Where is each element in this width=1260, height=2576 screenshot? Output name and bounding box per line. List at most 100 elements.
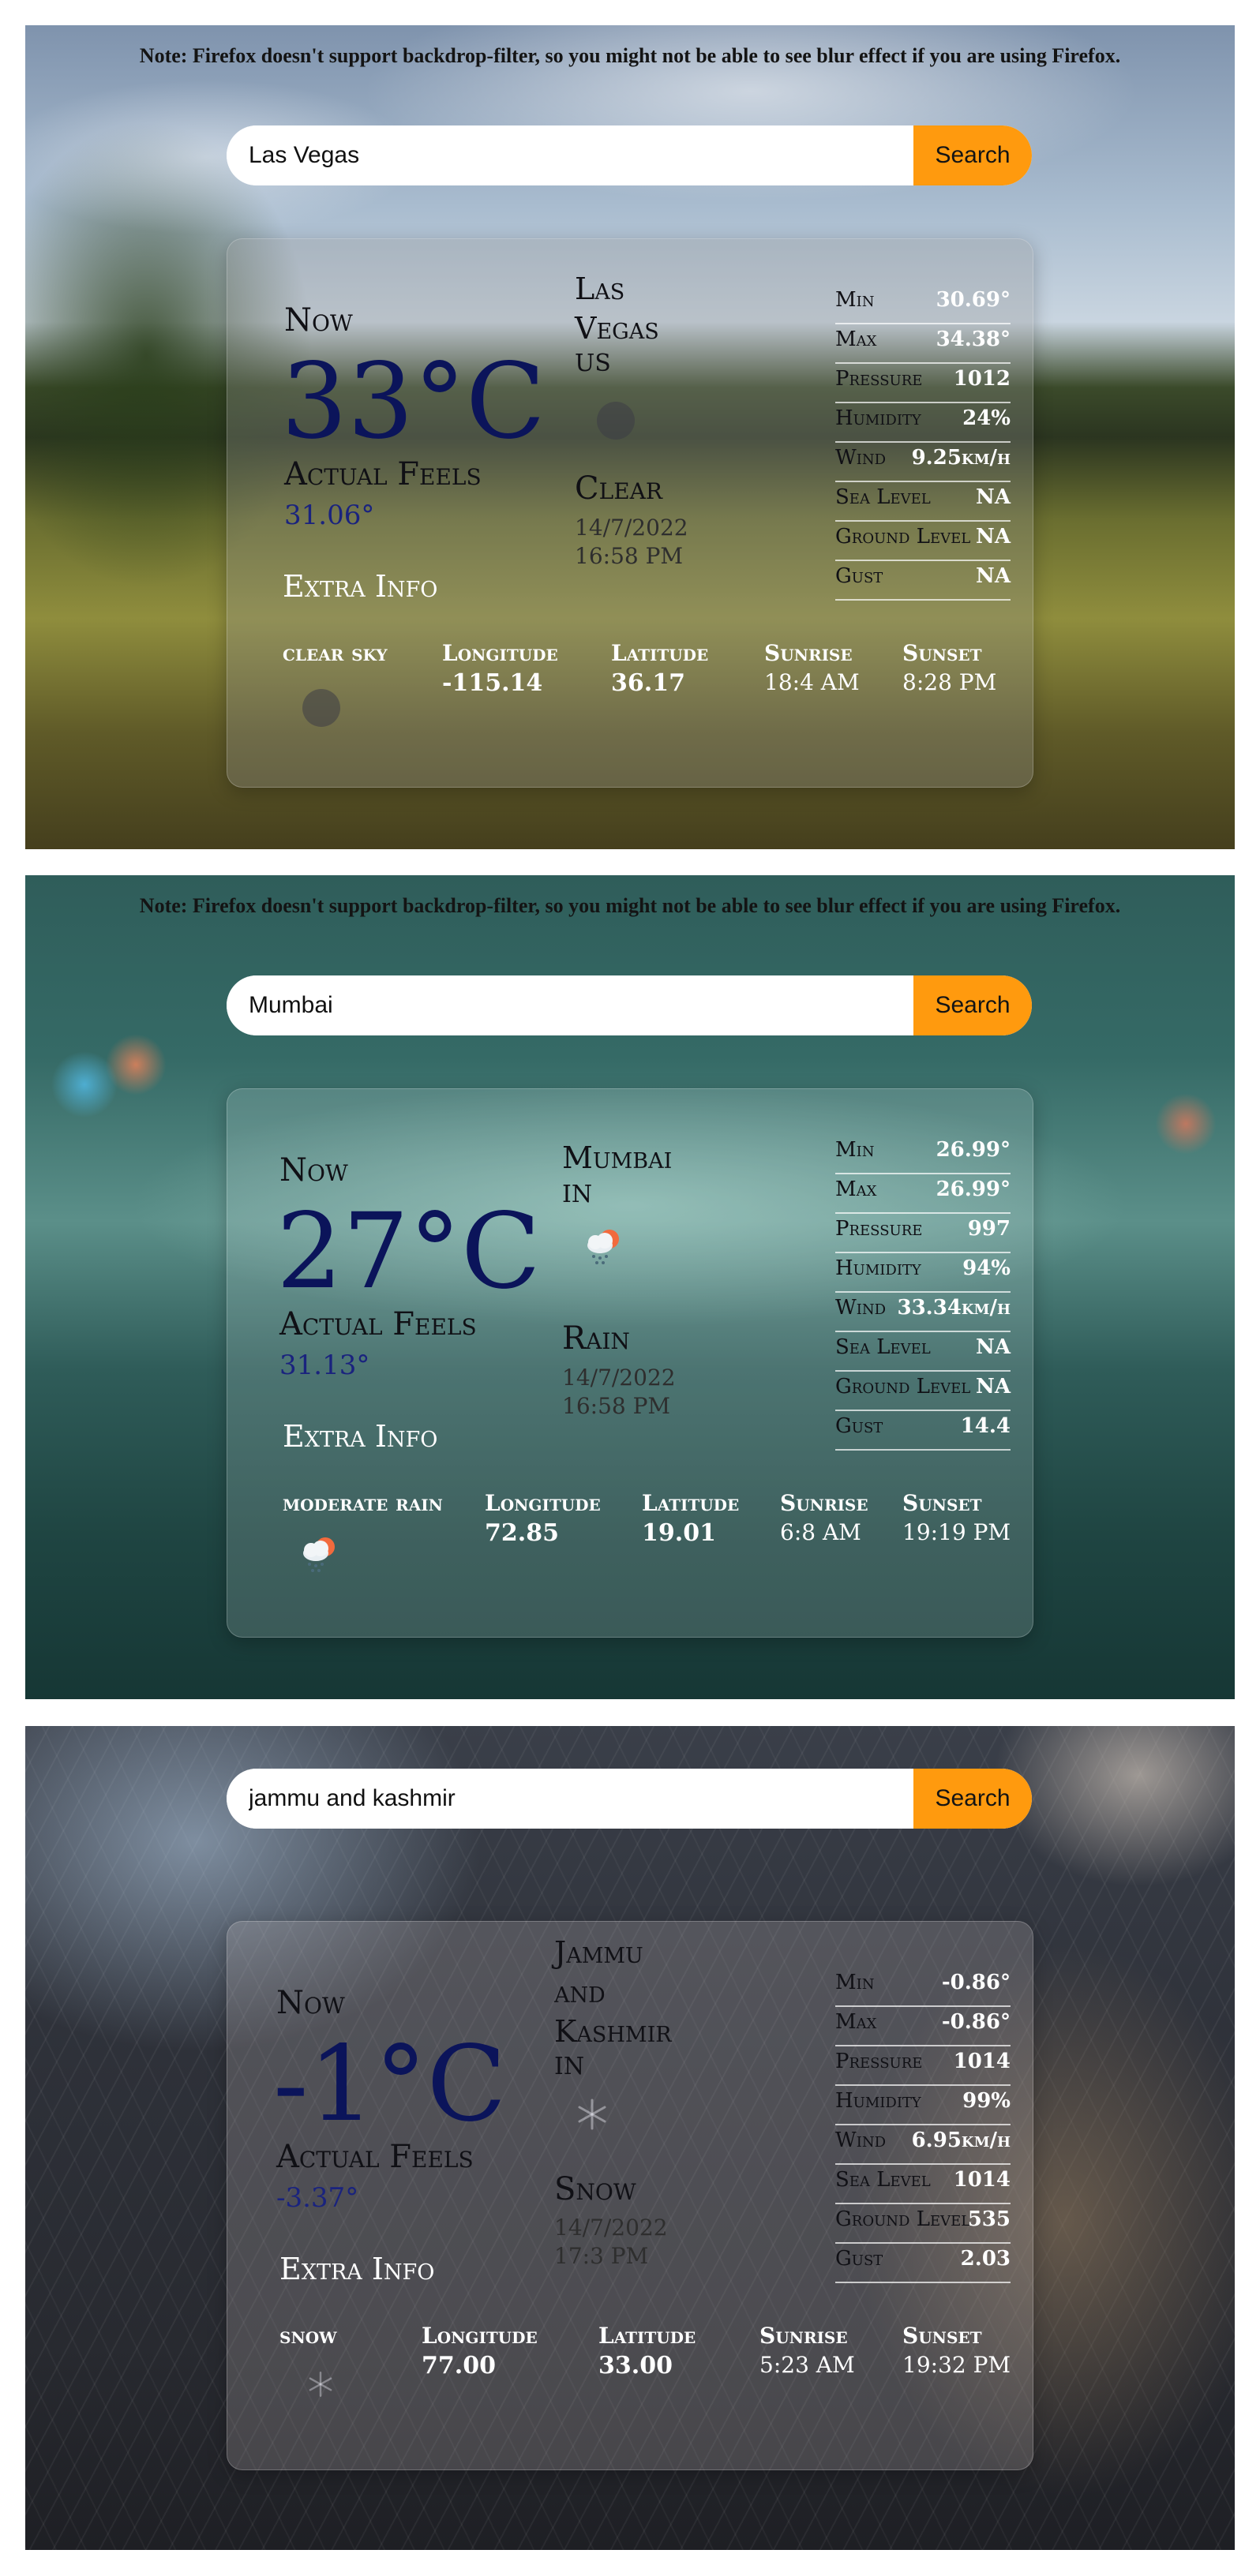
rain-cloud-icon (581, 1223, 625, 1271)
time: 17:3 PM (554, 2243, 649, 2269)
rain-cloud-icon (297, 1531, 341, 1578)
stat-label: Sea Level (835, 2168, 931, 2192)
stat-value: 34.38° (936, 328, 1011, 351)
stat-label: Max (835, 2010, 877, 2034)
stat-label: Gust (835, 2247, 883, 2271)
sunrise-label: Sunrise (780, 1490, 868, 1516)
stat-min: Min 30.69° (835, 285, 1011, 324)
sunrise-value: 18:4 AM (764, 669, 860, 695)
weather-panel-jammu-and-kashmir: Search Now -1°C Actual Feels -3.37° Extr… (25, 1726, 1235, 2550)
stat-label: Ground Level (835, 1375, 971, 1398)
longitude-label: Longitude (442, 640, 558, 666)
sunrise-label: Sunrise (759, 2323, 848, 2349)
weather-panel-las-vegas: Note: Firefox doesn't support backdrop-f… (25, 25, 1235, 849)
longitude-label: Longitude (422, 2323, 538, 2349)
stat-label: Ground Level (835, 2207, 971, 2231)
extra-info-title: Extra Info (283, 569, 438, 604)
stat-label: Max (835, 1178, 877, 1201)
stat-sea-level: Sea Level NA (835, 1332, 1011, 1372)
stat-value: 30.69° (936, 288, 1011, 312)
stat-gust: Gust 14.4 (835, 1411, 1011, 1451)
stat-value: 94% (962, 1256, 1011, 1280)
search-button[interactable]: Search (913, 1769, 1032, 1829)
stat-pressure: Pressure 1012 (835, 364, 1011, 403)
stat-min: Min 26.99° (835, 1135, 1011, 1174)
sunset-label: Sunset (902, 1490, 982, 1516)
stat-label: Humidity (835, 1256, 921, 1280)
search-input[interactable] (227, 975, 915, 1035)
stat-wind: Wind 9.25km/h (835, 443, 1011, 482)
stat-label: Gust (835, 1414, 883, 1438)
stat-label: Max (835, 328, 877, 351)
date: 14/7/2022 (562, 1365, 676, 1391)
stat-label: Pressure (835, 367, 923, 391)
search-input[interactable] (227, 125, 915, 185)
stat-max: Max 26.99° (835, 1174, 1011, 1214)
stat-value: 26.99° (936, 1178, 1011, 1201)
extra-info-title: Extra Info (279, 2252, 435, 2286)
weather-panel-mumbai: Note: Firefox doesn't support backdrop-f… (25, 875, 1235, 1699)
stat-label: Gust (835, 564, 883, 588)
weather-card: Now 33°C Actual Feels 31.06° Extra Info … (227, 238, 1033, 788)
stat-label: Sea Level (835, 1335, 931, 1359)
longitude-value: 72.85 (485, 1519, 559, 1547)
stat-value: 14.4 (960, 1414, 1011, 1438)
clear-sky-icon (597, 402, 635, 440)
sunrise-value: 5:23 AM (759, 2352, 855, 2378)
extra-info-title: Extra Info (283, 1419, 438, 1454)
stat-max: Max -0.86° (835, 2007, 1011, 2046)
search-button[interactable]: Search (913, 125, 1032, 185)
now-label: Now (279, 1152, 348, 1189)
stat-value: 9.25km/h (911, 446, 1011, 470)
stat-wind: Wind 6.95km/h (835, 2125, 1011, 2165)
longitude-value: 77.00 (422, 2352, 496, 2379)
time: 16:58 PM (575, 543, 684, 569)
stat-humidity: Humidity 94% (835, 1253, 1011, 1293)
search-bar: Search (227, 125, 1032, 185)
longitude-label: Longitude (485, 1490, 601, 1516)
search-button[interactable]: Search (913, 975, 1032, 1035)
city-name-line-1: Las (575, 271, 625, 306)
stat-value: -0.86° (941, 2010, 1011, 2034)
stat-value: NA (976, 485, 1011, 509)
latitude-label: Latitude (611, 640, 709, 666)
stat-label: Wind (835, 446, 887, 470)
city-name-line-2: Vegas (575, 311, 659, 346)
sunset-value: 19:19 PM (902, 1519, 1011, 1545)
actual-feels-value: 31.06° (284, 500, 375, 531)
search-bar: Search (227, 975, 1032, 1035)
latitude-label: Latitude (642, 1490, 740, 1516)
stat-label: Wind (835, 1296, 887, 1320)
stat-sea-level: Sea Level NA (835, 482, 1011, 522)
stat-ground-level: Ground Level 535 (835, 2204, 1011, 2244)
actual-feels-value: -3.37° (276, 2182, 359, 2214)
search-input[interactable] (227, 1769, 915, 1829)
weather-card: Now 27°C Actual Feels 31.13° Extra Info … (227, 1088, 1033, 1638)
stat-pressure: Pressure 1014 (835, 2046, 1011, 2086)
stat-humidity: Humidity 99% (835, 2086, 1011, 2125)
weather-description: snow (279, 2323, 337, 2349)
stat-label: Humidity (835, 406, 921, 430)
latitude-label: Latitude (598, 2323, 696, 2349)
stat-ground-level: Ground Level NA (835, 522, 1011, 561)
longitude-value: -115.14 (442, 669, 543, 697)
current-temperature: 33°C (281, 341, 546, 462)
snowflake-icon (306, 2370, 335, 2402)
weather-description: clear sky (283, 640, 388, 666)
latitude-value: 33.00 (598, 2352, 673, 2379)
country-code: IN (554, 2053, 585, 2080)
stat-value: 26.99° (936, 1138, 1011, 1162)
stat-value: 1014 (953, 2168, 1011, 2192)
sunrise-value: 6:8 AM (780, 1519, 861, 1545)
city-name-line-1: Jammu (554, 1935, 643, 1970)
stat-label: Pressure (835, 2050, 923, 2073)
stat-gust: Gust 2.03 (835, 2244, 1011, 2283)
actual-feels-label: Actual Feels (279, 1306, 477, 1342)
actual-feels-label: Actual Feels (276, 2139, 474, 2175)
current-temperature: 27°C (276, 1191, 541, 1312)
stat-sea-level: Sea Level 1014 (835, 2165, 1011, 2204)
stat-label: Min (835, 1138, 875, 1162)
city-name-line-2: and (554, 1975, 606, 2009)
city-name-line-1: Mumbai (562, 1140, 673, 1175)
stat-value: 1014 (953, 2050, 1011, 2073)
